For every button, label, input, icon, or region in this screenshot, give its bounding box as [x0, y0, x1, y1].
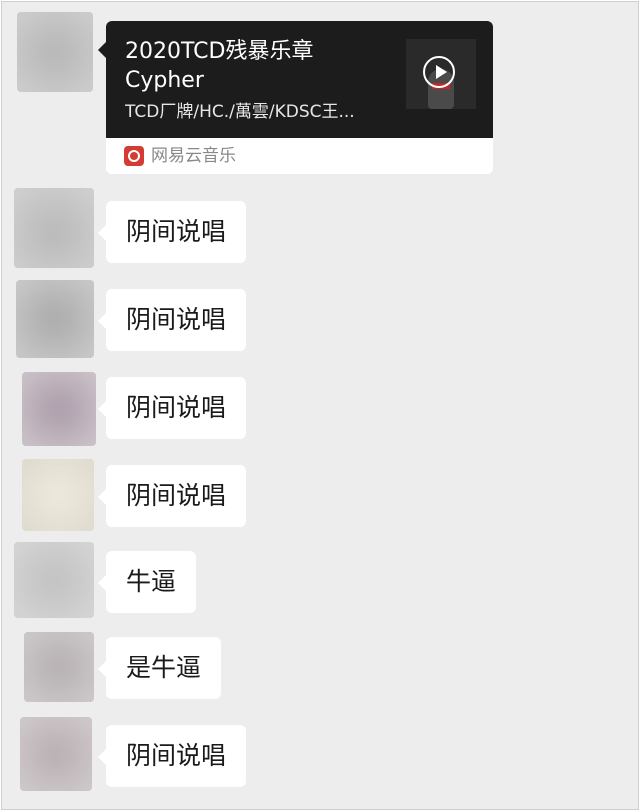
message-bubble[interactable]: 阴间说唱 [97, 725, 247, 787]
song-artists: TCD厂牌/HC./萬雲/KDSC王... [125, 102, 355, 122]
music-card-footer: 网易云音乐 [106, 138, 493, 174]
music-source-label: 网易云音乐 [151, 146, 236, 166]
chat-window: 2020TCD残暴乐章 Cypher TCD厂牌/HC./萬雲/KDSC王...… [1, 1, 639, 810]
message-text: 阴间说唱 [126, 393, 227, 422]
message-bubble[interactable]: 阴间说唱 [97, 377, 247, 439]
netease-music-icon [124, 146, 144, 166]
message-bubble[interactable]: 是牛逼 [97, 637, 222, 699]
album-cover[interactable] [406, 39, 476, 109]
message-text: 阴间说唱 [126, 217, 227, 246]
music-card-header: 2020TCD残暴乐章 Cypher TCD厂牌/HC./萬雲/KDSC王... [106, 21, 493, 138]
avatar[interactable] [22, 372, 96, 446]
bubble-tail [98, 42, 106, 58]
avatar[interactable] [20, 717, 92, 791]
avatar[interactable] [14, 542, 94, 618]
message-text: 阴间说唱 [126, 741, 227, 770]
message-text: 是牛逼 [126, 653, 202, 682]
message-bubble[interactable]: 阴间说唱 [97, 201, 247, 263]
message-text: 牛逼 [126, 567, 177, 596]
music-share-card[interactable]: 2020TCD残暴乐章 Cypher TCD厂牌/HC./萬雲/KDSC王...… [106, 21, 493, 174]
avatar[interactable] [24, 632, 94, 702]
avatar[interactable] [14, 188, 94, 268]
play-icon[interactable] [423, 56, 455, 88]
message-text: 阴间说唱 [126, 481, 227, 510]
message-text: 阴间说唱 [126, 305, 227, 334]
song-title: 2020TCD残暴乐章 Cypher [125, 39, 314, 93]
avatar[interactable] [17, 12, 93, 92]
message-bubble[interactable]: 阴间说唱 [97, 289, 247, 351]
avatar[interactable] [16, 280, 94, 358]
message-bubble[interactable]: 阴间说唱 [97, 465, 247, 527]
avatar[interactable] [22, 459, 94, 531]
message-bubble[interactable]: 牛逼 [97, 551, 197, 613]
